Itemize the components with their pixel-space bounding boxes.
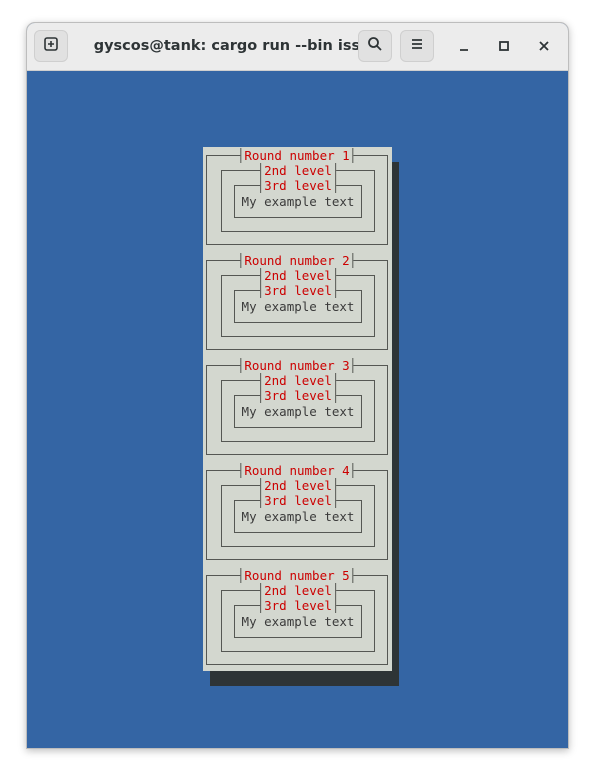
third-level-label: 3rd level [260, 388, 336, 403]
third-level-label: 3rd level [260, 493, 336, 508]
third-level-box: 3rd level My example text [234, 598, 362, 638]
hamburger-menu-icon [409, 36, 425, 56]
dialog-box: Round number 1 2nd level 3rd level My ex… [203, 147, 392, 671]
third-level-label: 3rd level [260, 283, 336, 298]
example-text: My example text [241, 404, 355, 419]
new-tab-button[interactable] [34, 30, 68, 62]
second-level-label: 2nd level [260, 373, 336, 388]
round-title: Round number 4 [240, 463, 354, 478]
round-panel-1: Round number 1 2nd level 3rd level My ex… [206, 148, 388, 245]
maximize-icon [498, 37, 510, 56]
example-text: My example text [241, 614, 355, 629]
new-tab-icon [43, 36, 59, 56]
minimize-button[interactable] [453, 35, 475, 57]
third-level-box: 3rd level My example text [234, 283, 362, 323]
second-level-box: 2nd level 3rd level My example text [221, 268, 375, 337]
search-icon [367, 36, 383, 56]
example-text: My example text [241, 509, 355, 524]
round-title: Round number 2 [240, 253, 354, 268]
menu-button[interactable] [400, 30, 434, 62]
example-text: My example text [241, 299, 355, 314]
round-title: Round number 5 [240, 568, 354, 583]
third-level-box: 3rd level My example text [234, 388, 362, 428]
title-bar[interactable]: gyscos@tank: cargo run --bin issue [27, 23, 568, 71]
round-title: Round number 1 [240, 148, 354, 163]
example-text: My example text [241, 194, 355, 209]
minimize-icon [458, 37, 470, 56]
third-level-label: 3rd level [260, 178, 336, 193]
round-title: Round number 3 [240, 358, 354, 373]
terminal-window: gyscos@tank: cargo run --bin issue Round… [26, 22, 569, 749]
second-level-label: 2nd level [260, 478, 336, 493]
round-panel-2: Round number 2 2nd level 3rd level My ex… [206, 253, 388, 350]
second-level-box: 2nd level 3rd level My example text [221, 373, 375, 442]
second-level-label: 2nd level [260, 583, 336, 598]
maximize-button[interactable] [493, 35, 515, 57]
window-title: gyscos@tank: cargo run --bin issue [93, 38, 381, 54]
terminal-area[interactable]: Round number 1 2nd level 3rd level My ex… [27, 71, 568, 748]
third-level-box: 3rd level My example text [234, 178, 362, 218]
second-level-box: 2nd level 3rd level My example text [221, 583, 375, 652]
close-button[interactable] [533, 35, 555, 57]
second-level-label: 2nd level [260, 163, 336, 178]
third-level-label: 3rd level [260, 598, 336, 613]
search-button[interactable] [358, 30, 392, 62]
round-panel-4: Round number 4 2nd level 3rd level My ex… [206, 463, 388, 560]
third-level-box: 3rd level My example text [234, 493, 362, 533]
close-icon [538, 37, 550, 56]
round-panel-3: Round number 3 2nd level 3rd level My ex… [206, 358, 388, 455]
round-panel-5: Round number 5 2nd level 3rd level My ex… [206, 568, 388, 665]
second-level-box: 2nd level 3rd level My example text [221, 478, 375, 547]
second-level-label: 2nd level [260, 268, 336, 283]
second-level-box: 2nd level 3rd level My example text [221, 163, 375, 232]
